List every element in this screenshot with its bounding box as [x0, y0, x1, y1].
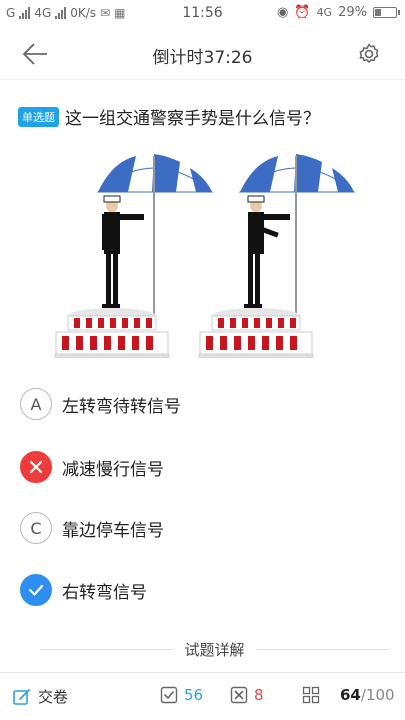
option-b[interactable]: 减速慢行信号	[20, 450, 380, 484]
question-image	[50, 148, 356, 368]
wrong-count[interactable]: 8	[230, 686, 264, 704]
submit-label: 交卷	[38, 688, 69, 706]
battery-icon	[373, 7, 400, 18]
grid-icon	[302, 686, 320, 704]
option-d-text: 右转弯信号	[62, 582, 147, 603]
divider-line	[40, 648, 173, 650]
checkbox-icon	[160, 686, 178, 704]
settings-button[interactable]	[357, 42, 381, 66]
correct-count-value: 56	[184, 686, 204, 704]
check-mark-icon	[20, 574, 52, 606]
question-row: 单选题 这一组交通警察手势是什么信号？	[18, 104, 393, 129]
countdown-title: 倒计时37:26	[152, 48, 253, 68]
question-type-tag: 单选题	[18, 106, 59, 127]
correct-count[interactable]: 56	[160, 686, 203, 704]
battery-percent: 29%	[338, 5, 367, 20]
network-type-right: 4G	[316, 6, 333, 19]
status-bar: G 4G 0K/s ✉ ▦ 11:56 ◉ ⏰ 4G 29%	[0, 0, 405, 28]
option-a[interactable]: A 左转弯待转信号	[20, 387, 380, 421]
wrong-count-value: 8	[254, 686, 264, 704]
police-figure-left	[54, 154, 214, 358]
explanation-label[interactable]: 试题详解	[173, 639, 257, 660]
divider-line	[256, 648, 390, 650]
bottom-bar: 交卷 56 8 64/100	[0, 672, 405, 720]
question-text: 这一组交通警察手势是什么信号？	[65, 109, 320, 129]
option-a-text: 左转弯待转信号	[62, 396, 181, 417]
option-a-key: A	[20, 388, 52, 420]
option-b-text: 减速慢行信号	[62, 459, 164, 480]
progress-current: 64	[340, 686, 361, 704]
police-figure-right	[198, 154, 356, 358]
option-c-key: C	[20, 512, 52, 544]
alarm-icon: ⏰	[294, 5, 311, 20]
progress-total: /100	[360, 686, 395, 704]
status-right: ◉ ⏰ 4G 29%	[277, 5, 400, 20]
eye-icon: ◉	[277, 5, 289, 20]
option-d[interactable]: 右转弯信号	[20, 573, 380, 607]
x-box-icon	[230, 686, 248, 704]
explanation-divider: 试题详解	[40, 638, 390, 660]
submit-button[interactable]: 交卷	[12, 686, 68, 707]
option-c-text: 靠边停车信号	[62, 520, 164, 541]
gear-icon	[359, 43, 379, 63]
progress-button[interactable]: 64/100	[302, 686, 395, 704]
edit-icon	[13, 688, 30, 705]
option-c[interactable]: C 靠边停车信号	[20, 511, 380, 545]
wrong-mark-icon	[20, 451, 52, 483]
top-header: 倒计时37:26	[0, 28, 405, 80]
